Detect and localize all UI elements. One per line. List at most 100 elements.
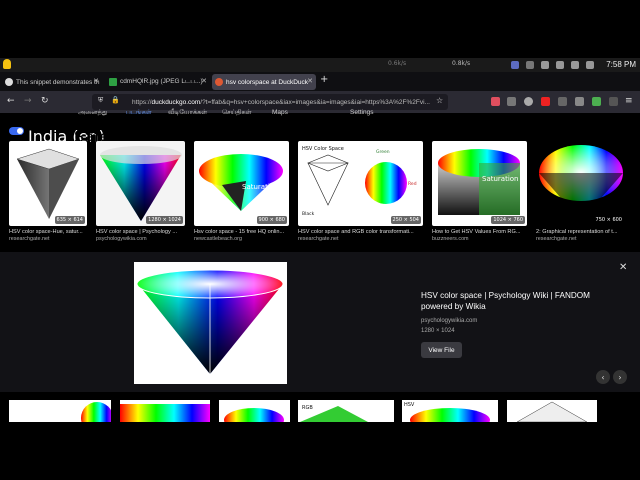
- nav-settings[interactable]: Settings: [350, 109, 374, 116]
- saturation-label: Saturation: [482, 175, 519, 183]
- nav-maps[interactable]: Maps: [272, 109, 288, 116]
- close-icon[interactable]: ✕: [201, 77, 207, 85]
- wifi-icon[interactable]: [586, 61, 594, 69]
- detail-title[interactable]: HSV color space | Psychology Wiki | FAND…: [421, 290, 621, 312]
- bookmark-star-icon[interactable]: ☆: [436, 96, 443, 105]
- reload-icon[interactable]: ↻: [41, 96, 49, 106]
- green-label: Green: [376, 149, 390, 155]
- image-detail-panel: [0, 252, 640, 392]
- nav-news[interactable]: செய்திகள்: [222, 109, 252, 117]
- extension-icon[interactable]: [609, 97, 618, 106]
- hsv-cone-image: [539, 145, 623, 221]
- url-rest: /?t=ffab&q=hsv+colorspace&iax=images&ia=…: [200, 98, 430, 106]
- result-source: buzzneers.com: [432, 236, 469, 242]
- tab-image[interactable]: cdmHQlR.jpg (JPEG Lடப...) ✕: [106, 74, 210, 90]
- result-thumbnail[interactable]: [9, 400, 111, 422]
- nav-images[interactable]: படங்கள்: [126, 109, 152, 117]
- duckduckgo-icon: [215, 78, 223, 86]
- result-caption[interactable]: How to Get HSV Values From RG...: [432, 229, 528, 235]
- extension-icon[interactable]: [558, 97, 567, 106]
- detail-source[interactable]: psychologywikia.com: [421, 318, 477, 324]
- hsv-diagram-image: [120, 404, 210, 422]
- tab-label: This snippet demonstrates th: [16, 78, 100, 86]
- close-icon[interactable]: ✕: [93, 77, 99, 85]
- result-caption[interactable]: HSV color space and RGB color transforma…: [298, 229, 424, 235]
- search-type-nav: அனைத்து படங்கள் வீடியோக்கள் செய்திகள் Ma…: [0, 107, 640, 119]
- extension-icon[interactable]: [575, 97, 584, 106]
- region-toggle[interactable]: [9, 127, 24, 135]
- back-icon[interactable]: ←: [7, 96, 15, 106]
- result-source: researchgate.net: [298, 236, 339, 242]
- tray-app-icon[interactable]: [511, 61, 519, 69]
- image-dimensions: 750 × 600: [593, 216, 624, 224]
- pocket-icon[interactable]: [491, 97, 500, 106]
- lock-icon[interactable]: 🔒: [111, 96, 120, 104]
- url-prefix: https://: [132, 98, 152, 106]
- system-tray: [511, 61, 594, 69]
- result-source: psychologywikia.com: [96, 236, 147, 242]
- extension-icon[interactable]: [541, 97, 550, 106]
- extension-icon[interactable]: [592, 97, 601, 106]
- github-icon: [5, 78, 13, 86]
- site-shield-icon[interactable]: ⛨: [98, 96, 103, 105]
- result-caption[interactable]: HSV color space-Hue, satur...: [9, 229, 89, 235]
- hsv-cone-image: [136, 269, 284, 374]
- result-source: researchgate.net: [536, 236, 577, 242]
- result-caption[interactable]: 2: Graphical representation of t...: [536, 229, 628, 235]
- new-tab-button[interactable]: +: [320, 74, 328, 85]
- result-caption[interactable]: HSV color space | Psychology ...: [96, 229, 186, 235]
- diagram-title: HSV Color Space: [302, 146, 344, 152]
- bluetooth-icon[interactable]: [571, 61, 579, 69]
- result-caption[interactable]: Hsv color space - 15 free HQ onlin...: [194, 229, 290, 235]
- hsv-diagram-image: HSV: [404, 402, 490, 422]
- detail-preview-image[interactable]: [134, 262, 287, 384]
- result-thumbnail[interactable]: Saturation 1024 × 760: [432, 141, 527, 226]
- clock-label[interactable]: 7:58 PM: [606, 60, 636, 69]
- result-thumbnail[interactable]: 1280 × 1024: [96, 141, 185, 226]
- extension-icon[interactable]: [524, 97, 533, 106]
- forward-icon[interactable]: →: [24, 96, 32, 106]
- image-dimensions: 900 × 680: [256, 216, 287, 224]
- menu-icon[interactable]: ≡: [625, 96, 633, 106]
- result-thumbnail[interactable]: [507, 400, 597, 422]
- result-thumbnail[interactable]: HSV Color Space Green Red Black 250 × 50…: [298, 141, 423, 226]
- result-thumbnail[interactable]: [219, 400, 290, 422]
- result-thumbnail[interactable]: 635 × 614: [9, 141, 87, 226]
- next-arrow-icon[interactable]: ›: [613, 370, 627, 384]
- hsv-label: HSV: [404, 402, 415, 408]
- hsv-diagram-image: [224, 408, 284, 422]
- result-thumbnail[interactable]: [120, 400, 210, 422]
- wrench-extension-icon[interactable]: [507, 97, 516, 106]
- previous-arrow-icon[interactable]: ‹: [596, 370, 610, 384]
- url-domain: duckduckgo.com: [151, 98, 201, 106]
- detail-dimensions: 1280 × 1024: [421, 328, 455, 334]
- tab-duckduckgo[interactable]: hsv colorspace at DuckDuck ✕: [212, 74, 316, 90]
- result-source: newcastlebeach.org: [194, 236, 242, 242]
- system-top-bar: 0.6k/s 0.8k/s 7:58 PM: [0, 58, 640, 72]
- tray-app-icon[interactable]: [526, 61, 534, 69]
- nav-videos[interactable]: வீடியோக்கள்: [168, 109, 207, 117]
- image-dimensions: 1024 × 760: [491, 216, 525, 224]
- close-icon[interactable]: ✕: [307, 77, 313, 85]
- close-detail-icon[interactable]: ✕: [619, 262, 627, 273]
- hsv-diagram-image: HSV Color Space Green Red Black: [302, 146, 417, 217]
- nav-all[interactable]: அனைத்து: [78, 109, 108, 117]
- net-up-label: 0.8k/s: [452, 60, 471, 67]
- saturation-label: Saturation: [242, 183, 279, 191]
- hsv-cylinder-image: Saturation: [438, 149, 520, 215]
- view-file-button[interactable]: View File: [421, 342, 462, 358]
- tab-snippet[interactable]: This snippet demonstrates th ✕: [2, 74, 102, 90]
- hsv-cone-image: [100, 146, 182, 221]
- tab-label: cdmHQlR.jpg (JPEG Lடப...): [120, 78, 203, 85]
- result-thumbnail[interactable]: HSV: [402, 400, 498, 422]
- microphone-icon[interactable]: [556, 61, 564, 69]
- result-thumbnail[interactable]: RGB: [298, 400, 394, 422]
- rgb-label: RGB: [302, 405, 313, 411]
- net-speed-label: 0.6k/s: [388, 60, 407, 67]
- result-thumbnail[interactable]: Saturation 900 × 680: [194, 141, 289, 226]
- hsv-diagram-image: [81, 402, 111, 422]
- hsv-cone-image: [16, 148, 80, 219]
- volume-icon[interactable]: [541, 61, 549, 69]
- result-thumbnail[interactable]: 750 × 600: [536, 141, 626, 226]
- linux-logo-icon[interactable]: [3, 59, 11, 69]
